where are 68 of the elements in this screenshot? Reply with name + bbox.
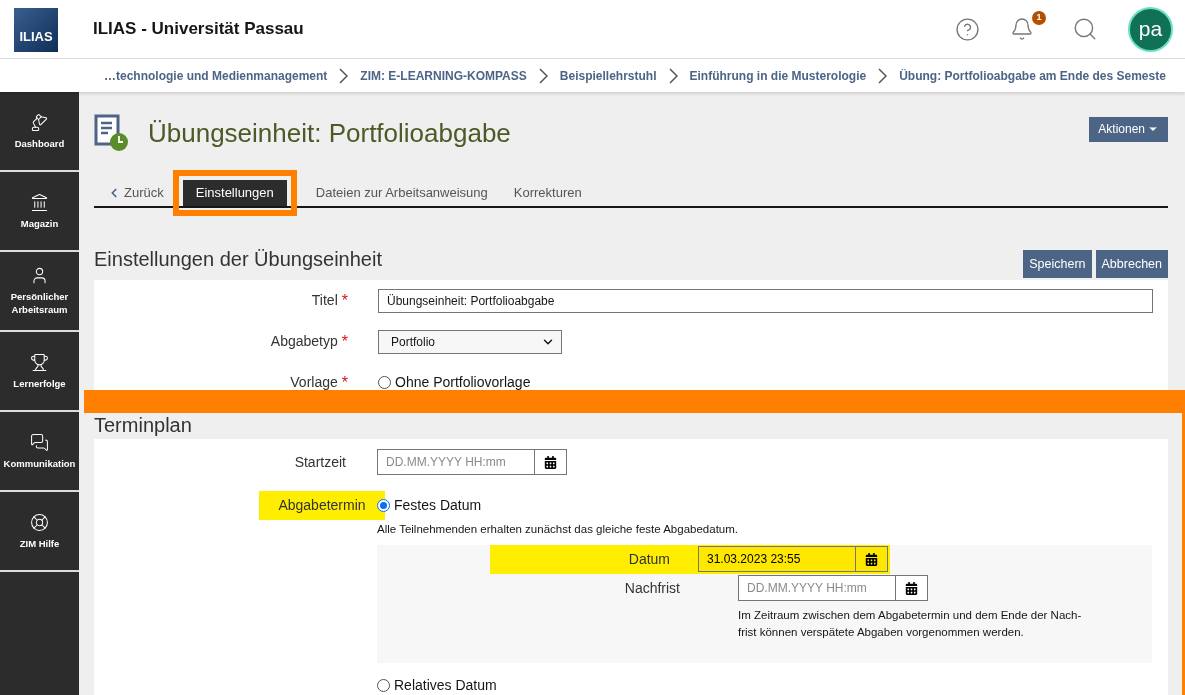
required-mark: * [341, 290, 348, 311]
field-label: Titel [311, 291, 338, 310]
chevron-right-icon [878, 67, 888, 84]
chevron-right-icon [538, 67, 548, 84]
sidebar-item[interactable]: Magazin [0, 172, 79, 252]
bank-icon [30, 192, 49, 212]
actions-button[interactable]: Aktionen [1089, 116, 1168, 142]
calendar-button[interactable] [856, 546, 888, 573]
sidebar-item[interactable]: Persönlicher Arbeitsraum [0, 252, 79, 332]
section-heading: Terminplan [94, 413, 192, 437]
back-link[interactable]: Zurück [94, 180, 177, 206]
field-label: Nachfrist [623, 579, 681, 599]
radio-button[interactable] [378, 376, 391, 389]
date-field[interactable]: DD.MM.YYYY HH:mm [377, 449, 535, 475]
field-label: Abgabetermin [259, 491, 385, 520]
logo-text: ILIAS [19, 27, 53, 46]
radio-label: Festes Datum [394, 496, 482, 515]
text-field[interactable]: Übungseinheit: Portfolioabgabe [378, 288, 1153, 313]
breadcrumb-link[interactable]: ZIM: E-LEARNING-KOMPASS [360, 66, 527, 85]
calendar-icon [544, 455, 557, 469]
calendar-button[interactable] [535, 449, 567, 475]
field-label: Datum [490, 545, 698, 575]
page-title: Übungseinheit: Portfolioabgabe [148, 116, 511, 150]
site-title: ILIAS - Universität Passau [93, 18, 304, 41]
breadcrumb-link[interactable]: Beispiellehrstuhl [559, 66, 657, 85]
logo[interactable]: ILIAS [14, 8, 58, 52]
required-mark: * [341, 372, 348, 393]
form-button[interactable]: Abbrechen [1095, 250, 1168, 278]
exercise-icon [94, 114, 130, 152]
select-field[interactable]: Portfolio [378, 329, 562, 354]
date-field[interactable]: DD.MM.YYYY HH:mm [738, 575, 896, 602]
sidebar-item[interactable]: ZIM Hilfe [0, 492, 79, 572]
tab[interactable]: Einstellungen [182, 180, 287, 206]
help-text: Alle Teilnehmenden erhalten zunächst das gleiche feste Abgabedatum. [377, 522, 739, 537]
chevron-right-icon [668, 67, 678, 84]
tab[interactable]: Korrekturen [500, 180, 595, 206]
date-field[interactable]: 31.03.2023 23:55 [698, 546, 856, 573]
bell-icon[interactable] [1010, 16, 1034, 42]
tab[interactable]: Dateien zur Arbeitsanweisung [302, 180, 501, 206]
sidebar-item[interactable]: Dashboard [0, 92, 79, 172]
radio-label: Relatives Datum [394, 676, 497, 695]
calendar-icon [865, 552, 878, 566]
breadcrumb-link[interactable]: Einführung in die Musterologie [689, 66, 867, 85]
chevron-right-icon [339, 67, 349, 84]
sidebar-item[interactable]: Lernerfolge [0, 332, 79, 412]
notification-badge: 1 [1032, 11, 1046, 25]
field-label: Vorlage [290, 373, 338, 392]
calendar-button[interactable] [896, 575, 928, 602]
form-button[interactable]: Speichern [1023, 250, 1092, 278]
sidebar-item[interactable]: Kommunikation [0, 412, 79, 492]
lamp-icon [30, 112, 49, 132]
breadcrumb-link[interactable]: Übung: Portfolioabgabe am Ende des Semeste [899, 66, 1166, 85]
required-mark: * [341, 331, 348, 352]
breadcrumb-link[interactable]: …technologie und Medienmanagement [104, 66, 328, 85]
radio-button[interactable] [377, 679, 390, 693]
section-heading: Einstellungen der Übungseinheit [94, 247, 382, 272]
field-label: Abgabetyp [270, 332, 338, 351]
avatar[interactable]: pa [1128, 6, 1173, 52]
field-label: Startzeit [293, 452, 346, 472]
chat-bubbles-icon [30, 432, 49, 452]
lifebuoy-icon [30, 512, 49, 532]
help-icon[interactable] [955, 16, 980, 42]
trophy-icon [30, 352, 49, 372]
help-text: Im Zeitraum zwischen dem Abgabetermin und dem Ende der Nach-frist können verspätete Abgaben vorgenommen werden. [738, 608, 1083, 641]
radio-label: Ohne Portfoliovorlage [395, 373, 531, 392]
person-icon [30, 266, 49, 285]
search-icon[interactable] [1072, 16, 1098, 42]
calendar-icon [905, 581, 918, 595]
